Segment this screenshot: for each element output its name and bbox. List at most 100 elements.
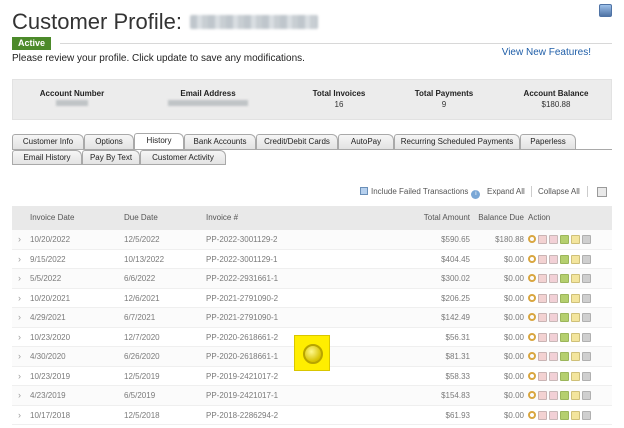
pdf-icon[interactable] xyxy=(538,293,547,303)
table-row[interactable]: › 10/20/2021 12/6/2021 PP-2021-2791090-2… xyxy=(12,289,612,308)
view-icon[interactable] xyxy=(528,254,536,263)
view-icon[interactable] xyxy=(528,410,536,419)
export-icon[interactable] xyxy=(599,4,612,17)
pay-icon[interactable] xyxy=(560,371,569,381)
email-icon[interactable] xyxy=(571,371,580,381)
delete-icon[interactable] xyxy=(582,274,591,283)
email-icon[interactable] xyxy=(571,235,580,244)
pay-icon[interactable] xyxy=(560,352,569,361)
table-row[interactable]: › 10/17/2018 12/5/2018 PP-2018-2286294-2… xyxy=(12,406,612,425)
pdf-icon[interactable] xyxy=(538,391,547,400)
include-failed-control[interactable]: Include Failed Transactions i xyxy=(360,187,481,199)
info-icon[interactable]: i xyxy=(471,190,481,199)
pdf-icon[interactable] xyxy=(538,313,547,322)
total-amount: $142.49 xyxy=(441,313,470,322)
expand-row-icon[interactable]: › xyxy=(18,289,21,308)
pay-icon[interactable] xyxy=(560,274,569,283)
tab-customer-info[interactable]: Customer Info xyxy=(12,134,84,149)
pdf-icon[interactable] xyxy=(538,254,547,264)
view-icon[interactable] xyxy=(528,391,536,399)
total-payments-summary: Total Payments 9 xyxy=(401,89,487,109)
view-icon[interactable] xyxy=(528,235,536,243)
delete-icon[interactable] xyxy=(582,352,591,361)
view-new-features-link[interactable]: View New Features! xyxy=(502,47,591,58)
tab-bank-accounts[interactable]: Bank Accounts xyxy=(184,134,256,149)
pdf-alt-icon[interactable] xyxy=(549,391,558,400)
pdf-alt-icon[interactable] xyxy=(549,371,558,381)
pdf-icon[interactable] xyxy=(538,371,547,381)
pdf-icon[interactable] xyxy=(538,332,547,342)
expand-row-icon[interactable]: › xyxy=(18,269,21,288)
view-icon[interactable] xyxy=(528,371,536,380)
delete-icon[interactable] xyxy=(582,332,591,342)
delete-icon[interactable] xyxy=(582,254,591,264)
expand-row-icon[interactable]: › xyxy=(18,308,21,327)
balance-due: $0.00 xyxy=(503,391,524,400)
expand-row-icon[interactable]: › xyxy=(18,406,21,425)
pay-icon[interactable] xyxy=(560,410,569,420)
email-icon[interactable] xyxy=(571,274,580,283)
tab-options[interactable]: Options xyxy=(84,134,134,149)
delete-icon[interactable] xyxy=(582,371,591,381)
pay-icon[interactable] xyxy=(560,332,569,342)
delete-icon[interactable] xyxy=(582,410,591,420)
expand-row-icon[interactable]: › xyxy=(18,230,21,249)
view-icon[interactable] xyxy=(528,274,536,282)
pay-icon[interactable] xyxy=(560,254,569,264)
pdf-alt-icon[interactable] xyxy=(549,410,558,420)
pdf-icon[interactable] xyxy=(538,410,547,420)
tab-customer-activity[interactable]: Customer Activity xyxy=(140,150,226,165)
table-row[interactable]: › 4/29/2021 6/7/2021 PP-2021-2791090-1 $… xyxy=(12,308,612,328)
delete-icon[interactable] xyxy=(582,235,591,244)
expand-row-icon[interactable]: › xyxy=(18,250,21,269)
email-icon[interactable] xyxy=(571,313,580,322)
tab-recurring-scheduled-payments[interactable]: Recurring Scheduled Payments xyxy=(394,134,520,149)
pdf-alt-icon[interactable] xyxy=(549,332,558,342)
pdf-alt-icon[interactable] xyxy=(549,352,558,361)
expand-row-icon[interactable]: › xyxy=(18,328,21,347)
email-icon[interactable] xyxy=(571,254,580,264)
pdf-alt-icon[interactable] xyxy=(549,235,558,244)
pay-icon[interactable] xyxy=(560,235,569,244)
delete-icon[interactable] xyxy=(582,293,591,303)
pdf-icon[interactable] xyxy=(538,352,547,361)
email-icon[interactable] xyxy=(571,293,580,303)
email-icon[interactable] xyxy=(571,391,580,400)
view-icon[interactable] xyxy=(528,293,536,302)
tab-email-history[interactable]: Email History xyxy=(12,150,82,165)
table-row[interactable]: › 4/23/2019 6/5/2019 PP-2019-2421017-1 $… xyxy=(12,386,612,406)
tab-autopay[interactable]: AutoPay xyxy=(338,134,394,149)
expand-row-icon[interactable]: › xyxy=(18,367,21,386)
pdf-alt-icon[interactable] xyxy=(549,254,558,264)
email-icon[interactable] xyxy=(571,410,580,420)
print-icon[interactable] xyxy=(597,187,607,197)
view-icon[interactable] xyxy=(528,313,536,321)
delete-icon[interactable] xyxy=(582,313,591,322)
email-icon[interactable] xyxy=(571,332,580,342)
view-icon[interactable] xyxy=(528,352,536,360)
table-row[interactable]: › 10/20/2022 12/5/2022 PP-2022-3001129-2… xyxy=(12,230,612,250)
pdf-icon[interactable] xyxy=(538,274,547,283)
expand-row-icon[interactable]: › xyxy=(18,386,21,405)
email-icon[interactable] xyxy=(571,352,580,361)
collapse-all-link[interactable]: Collapse All xyxy=(538,187,580,196)
pay-icon[interactable] xyxy=(560,293,569,303)
pdf-alt-icon[interactable] xyxy=(549,274,558,283)
total-invoices-summary: Total Invoices 16 xyxy=(299,89,379,109)
tab-history[interactable]: History xyxy=(134,133,184,149)
tab-paperless[interactable]: Paperless xyxy=(520,134,576,149)
expand-all-link[interactable]: Expand All xyxy=(487,187,525,196)
pdf-alt-icon[interactable] xyxy=(549,313,558,322)
table-row[interactable]: › 5/5/2022 6/6/2022 PP-2022-2931661-1 $3… xyxy=(12,269,612,289)
table-row[interactable]: › 9/15/2022 10/13/2022 PP-2022-3001129-1… xyxy=(12,250,612,269)
pdf-icon[interactable] xyxy=(538,235,547,244)
tab-credit-debit-cards[interactable]: Credit/Debit Cards xyxy=(256,134,338,149)
include-failed-checkbox[interactable] xyxy=(360,187,368,195)
pay-icon[interactable] xyxy=(560,391,569,400)
expand-row-icon[interactable]: › xyxy=(18,347,21,366)
delete-icon[interactable] xyxy=(582,391,591,400)
view-icon[interactable] xyxy=(528,332,536,341)
tab-pay-by-text[interactable]: Pay By Text xyxy=(82,150,140,165)
pdf-alt-icon[interactable] xyxy=(549,293,558,303)
pay-icon[interactable] xyxy=(560,313,569,322)
